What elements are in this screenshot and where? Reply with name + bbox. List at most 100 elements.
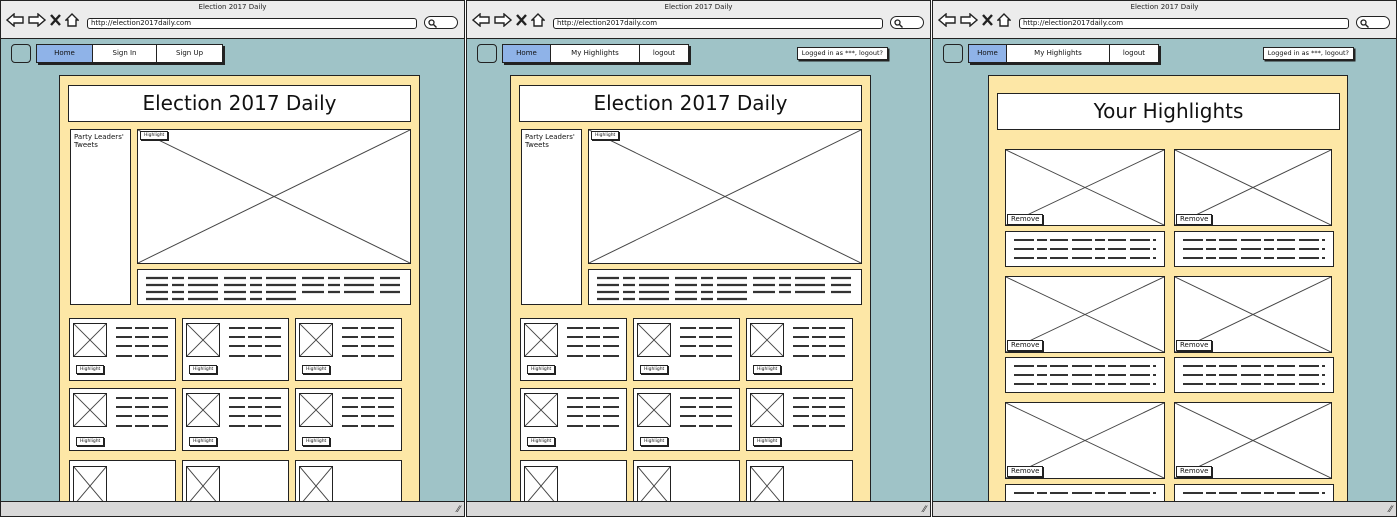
tab-home[interactable]: Home: [503, 45, 551, 62]
remove-button[interactable]: Remove: [1007, 214, 1044, 225]
featured-highlight-button[interactable]: Highlight: [591, 131, 620, 140]
remove-button[interactable]: Remove: [1176, 466, 1213, 477]
window-title: Election 2017 Daily: [198, 3, 267, 11]
highlight-button[interactable]: Highlight: [189, 365, 218, 374]
highlight-button[interactable]: Highlight: [302, 437, 331, 446]
menu-button[interactable]: [943, 44, 963, 63]
highlight-button[interactable]: Highlight: [640, 437, 669, 446]
featured-highlight-button[interactable]: Highlight: [140, 131, 169, 140]
highlight-button[interactable]: Highlight: [527, 437, 556, 446]
forward-arrow-icon[interactable]: [494, 13, 512, 27]
highlight-button[interactable]: Highlight: [76, 437, 105, 446]
url-bar[interactable]: http://election2017daily.com: [87, 18, 417, 29]
party-tweets-panel: Party Leaders' Tweets: [521, 129, 582, 305]
forward-arrow-icon[interactable]: [28, 13, 46, 27]
back-arrow-icon[interactable]: [472, 13, 490, 27]
back-arrow-icon[interactable]: [938, 13, 956, 27]
resize-grip-icon[interactable]: ⁄⁄: [1389, 505, 1392, 515]
browser-search[interactable]: [424, 16, 458, 29]
article-card: Highlight: [746, 388, 853, 451]
article-card: Highlight: [520, 388, 627, 451]
tab-sign-up[interactable]: Sign Up: [157, 45, 222, 62]
highlight-button[interactable]: Highlight: [640, 365, 669, 374]
article-card: Highlight: [633, 388, 740, 451]
menu-button[interactable]: [477, 44, 497, 63]
stop-x-icon[interactable]: [982, 14, 993, 26]
resize-grip-icon[interactable]: ⁄⁄: [457, 505, 460, 515]
status-bar: ⁄⁄: [467, 501, 930, 516]
article-image-placeholder: [73, 466, 107, 506]
article-image-placeholder: [299, 393, 333, 427]
browser-chrome: Election 2017 Daily http://election2017d…: [467, 1, 930, 39]
party-tweets-panel: Party Leaders' Tweets: [70, 129, 131, 305]
highlight-button[interactable]: Highlight: [527, 365, 556, 374]
login-status[interactable]: Logged in as ***, logout?: [796, 47, 888, 60]
nav-icons: [6, 13, 79, 27]
highlight-text: [1174, 231, 1334, 267]
article-card: Highlight: [69, 388, 176, 451]
article-image-placeholder: [750, 323, 784, 357]
highlight-text: [1005, 357, 1165, 393]
stop-x-icon[interactable]: [516, 14, 527, 26]
tab-home[interactable]: Home: [37, 45, 93, 62]
page-paper: Election 2017 Daily Party Leaders' Tweet…: [510, 75, 871, 516]
highlight-button[interactable]: Highlight: [76, 365, 105, 374]
browser-search[interactable]: [890, 16, 924, 29]
back-arrow-icon[interactable]: [6, 13, 24, 27]
tab-sign-in[interactable]: Sign In: [93, 45, 157, 62]
article-image-placeholder: [750, 393, 784, 427]
article-image-placeholder: [637, 393, 671, 427]
article-card: Highlight: [182, 388, 289, 451]
browser-window-highlights: Election 2017 Daily http://election2017d…: [932, 0, 1397, 517]
remove-button[interactable]: Remove: [1007, 340, 1044, 351]
window-title: Election 2017 Daily: [664, 3, 733, 11]
tab-home[interactable]: Home: [969, 45, 1007, 62]
article-image-placeholder: [186, 466, 220, 506]
article-image-placeholder: [750, 466, 784, 506]
tab-logout[interactable]: logout: [1110, 45, 1158, 62]
browser-search[interactable]: [1356, 16, 1390, 29]
browser-window-home: Election 2017 Daily http://election2017d…: [0, 0, 465, 517]
highlight-button[interactable]: Highlight: [302, 365, 331, 374]
page-paper: Your Highlights Remove Remove Remove Rem…: [988, 75, 1348, 516]
article-image-placeholder: [637, 323, 671, 357]
page-title: Election 2017 Daily: [519, 85, 862, 122]
url-bar[interactable]: http://election2017daily.com: [553, 18, 883, 29]
resize-grip-icon[interactable]: ⁄⁄: [923, 505, 926, 515]
url-bar[interactable]: http://election2017daily.com: [1019, 18, 1349, 29]
highlight-text: [1005, 231, 1165, 267]
page-title: Your Highlights: [997, 93, 1340, 130]
featured-article-text: [137, 269, 411, 305]
highlight-button[interactable]: Highlight: [753, 437, 782, 446]
remove-button[interactable]: Remove: [1007, 466, 1044, 477]
remove-button[interactable]: Remove: [1176, 214, 1213, 225]
article-image-placeholder: [299, 466, 333, 506]
highlight-button[interactable]: Highlight: [189, 437, 218, 446]
highlight-button[interactable]: Highlight: [753, 365, 782, 374]
browser-chrome: Election 2017 Daily http://election2017d…: [1, 1, 464, 39]
page-paper: Election 2017 Daily Party Leaders' Tweet…: [59, 75, 420, 516]
forward-arrow-icon[interactable]: [960, 13, 978, 27]
tab-my-highlights[interactable]: My Highlights: [551, 45, 640, 62]
browser-window-logged-in: Election 2017 Daily http://election2017d…: [466, 0, 931, 517]
menu-button[interactable]: [11, 44, 31, 63]
article-image-placeholder: [73, 393, 107, 427]
stop-x-icon[interactable]: [50, 14, 61, 26]
status-bar: ⁄⁄: [933, 501, 1396, 516]
featured-image-placeholder: [588, 129, 862, 264]
home-icon[interactable]: [65, 13, 79, 27]
site-nav: Home My Highlights logout Logged in as *…: [477, 43, 922, 63]
remove-button[interactable]: Remove: [1176, 340, 1213, 351]
browser-chrome: Election 2017 Daily http://election2017d…: [933, 1, 1396, 39]
article-card: Highlight: [633, 318, 740, 381]
article-image-placeholder: [524, 466, 558, 506]
home-icon[interactable]: [531, 13, 545, 27]
home-icon[interactable]: [997, 13, 1011, 27]
article-card: Highlight: [182, 318, 289, 381]
tab-logout[interactable]: logout: [640, 45, 688, 62]
tab-bar: Home My Highlights logout: [968, 44, 1159, 63]
page-title: Election 2017 Daily: [68, 85, 411, 122]
login-status[interactable]: Logged in as ***, logout?: [1262, 47, 1354, 60]
tab-my-highlights[interactable]: My Highlights: [1007, 45, 1110, 62]
article-card: Highlight: [746, 318, 853, 381]
